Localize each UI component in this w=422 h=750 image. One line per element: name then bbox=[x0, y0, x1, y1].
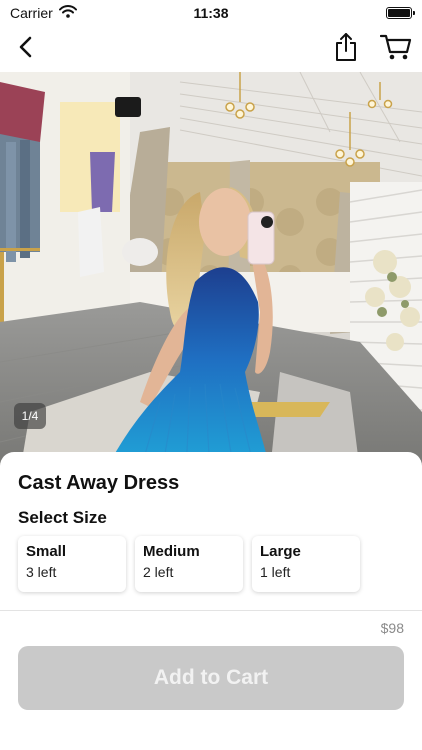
size-name: Large bbox=[260, 543, 301, 560]
gallery-page-indicator: 1/4 bbox=[14, 403, 46, 429]
carrier-label: Carrier bbox=[10, 5, 53, 21]
battery-icon bbox=[386, 7, 415, 19]
product-photo bbox=[0, 72, 422, 472]
share-icon bbox=[334, 32, 358, 67]
size-option-large[interactable]: Large 1 left bbox=[252, 536, 360, 592]
cart-icon bbox=[379, 33, 412, 66]
size-option-small[interactable]: Small 3 left bbox=[18, 536, 126, 592]
product-details-sheet: Cast Away Dress Select Size Small 3 left… bbox=[0, 452, 422, 750]
size-stock: 3 left bbox=[26, 564, 57, 580]
add-to-cart-button[interactable]: Add to Cart bbox=[18, 646, 404, 710]
back-chevron-icon bbox=[18, 35, 34, 64]
size-stock: 1 left bbox=[260, 564, 291, 580]
wifi-icon bbox=[58, 5, 77, 21]
share-button[interactable] bbox=[330, 32, 362, 67]
product-title: Cast Away Dress bbox=[18, 472, 180, 494]
size-stock: 2 left bbox=[143, 564, 174, 580]
size-heading: Select Size bbox=[18, 508, 107, 527]
price-label: $98 bbox=[380, 620, 404, 636]
nav-bar bbox=[0, 26, 422, 72]
product-image-gallery[interactable] bbox=[0, 72, 422, 472]
size-options: Small 3 left Medium 2 left Large 1 left bbox=[18, 536, 360, 592]
back-button[interactable] bbox=[10, 33, 42, 65]
status-left: Carrier bbox=[10, 5, 77, 21]
size-option-medium[interactable]: Medium 2 left bbox=[135, 536, 243, 592]
size-name: Small bbox=[26, 543, 67, 560]
cart-button[interactable] bbox=[379, 33, 412, 66]
size-name: Medium bbox=[143, 543, 200, 560]
divider bbox=[0, 610, 422, 611]
nav-actions bbox=[330, 32, 412, 67]
status-bar: Carrier 11:38 bbox=[0, 0, 422, 26]
